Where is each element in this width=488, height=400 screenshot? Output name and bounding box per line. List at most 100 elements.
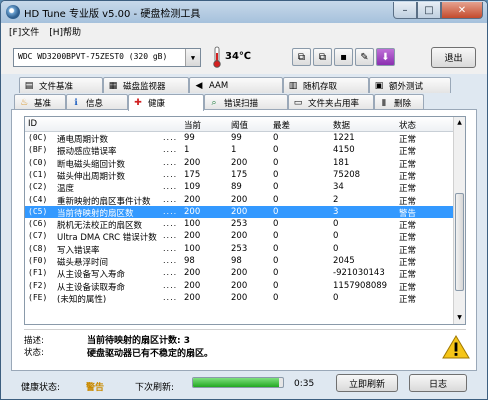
table-row[interactable]: (BF) 振动感应错误率.... 1 1 0 4150 正常 [25,144,455,158]
thermometer-icon [213,46,221,68]
attr-status: 正常 [399,233,417,244]
tab-disk-monitor[interactable]: ▦ 磁盘监视器 [103,77,189,93]
attr-threshold: 200 [231,231,248,242]
attr-status: 正常 [399,282,417,293]
close-button[interactable]: ✕ [441,2,483,19]
tab-label: 磁盘监视器 [123,81,166,92]
attr-threshold: 98 [231,256,242,266]
col-status[interactable]: 状态 [399,119,416,131]
refresh-progress-fill [193,378,279,387]
table-row[interactable]: (FE) (未知的属性).... 200 200 0 0 正常 [25,292,455,305]
refresh-countdown: 0:35 [294,379,315,389]
col-current[interactable]: 当前 [184,119,201,131]
minimize-button[interactable]: – [393,2,417,19]
scroll-up-icon[interactable]: ▲ [454,117,465,129]
tab-file-benchmark[interactable]: ▤ 文件基准 [19,77,103,93]
attr-current: 175 [184,169,201,180]
tab-benchmark[interactable]: ♨ 基准 [14,94,66,110]
col-worst[interactable]: 最差 [273,119,290,131]
tab-label: 基准 [34,98,52,109]
attr-id: (FE) [28,292,48,302]
aam-speaker-icon: ◀ [195,80,203,91]
menu-bar: [F]文件 [H]帮助 [1,23,487,40]
attr-id: (C4) [28,194,48,204]
log-button[interactable]: 日志 [409,374,467,392]
tab-label: AAM [209,80,229,91]
tab-aam[interactable]: ◀ AAM [189,77,283,93]
attr-dots: .... [163,194,178,204]
smart-table[interactable]: ID 当前 阈值 最差 数据 状态 (0C) 通电周期计数.... 99 99 0 122… [24,116,466,325]
tab-folder-usage[interactable]: ▭ 文件夹占用率 [288,94,374,110]
save-icon[interactable]: ▪ [334,48,353,66]
scroll-down-icon[interactable]: ▼ [454,312,465,324]
table-row[interactable]: (C7) Ultra DMA CRC 错误计数.... 200 200 0 0 正常 [25,230,455,244]
attr-threshold: 99 [231,133,242,143]
table-row[interactable]: (F0) 磁头悬浮时间.... 98 98 0 2045 正常 [25,255,455,268]
attr-status: 正常 [399,221,417,232]
col-threshold[interactable]: 阈值 [231,119,248,131]
attr-name: (未知的属性) [57,294,107,305]
table-row[interactable]: (C2) 温度.... 109 89 0 34 正常 [25,181,455,194]
chevron-down-icon[interactable]: ▼ [185,49,200,66]
tab-label: 删除 [394,98,412,109]
attr-threshold: 200 [231,268,248,279]
vertical-scrollbar[interactable]: ▲ ▼ [453,117,465,324]
tab-random-access[interactable]: ▥ 随机存取 [283,77,369,93]
tab-extra-tests[interactable]: ▣ 额外测试 [369,77,451,93]
attr-id: (C0) [28,157,48,167]
copy-screenshot-icon[interactable]: ⧉ [313,48,332,66]
attr-status: 正常 [399,270,417,281]
attr-threshold: 200 [231,194,248,205]
options-icon[interactable]: ✎ [355,48,374,66]
tab-health[interactable]: ✚ 健康 [128,94,204,111]
attr-dots: .... [163,182,178,192]
menu-file[interactable]: [F]文件 [9,25,39,38]
tab-error-scan[interactable]: ⌕ 错误扫描 [204,94,288,110]
title-bar[interactable]: HD Tune 专业版 v5.00 - 硬盘检测工具 – □ ✕ [1,1,487,23]
attr-name: Ultra DMA CRC 错误计数 [57,233,157,244]
attr-status: 正常 [399,294,417,305]
attr-dots: .... [163,243,178,253]
attr-current: 109 [184,182,201,193]
table-row[interactable]: (F1) 从主设备写入寿命.... 200 200 0 -921030143 正常 [25,267,455,281]
attr-status: 正常 [399,159,417,170]
folder-usage-icon: ▭ [293,97,303,108]
scroll-thumb[interactable] [455,193,464,291]
drive-select[interactable]: WDC WD3200BPVT-75ZEST0 (320 gB) ▼ [13,48,201,67]
menu-help[interactable]: [H]帮助 [49,25,81,38]
table-row[interactable]: (0C) 通电周期计数.... 99 99 0 1221 正常 [25,132,455,145]
copy-info-icon[interactable]: ⧉ [292,48,311,66]
toolbar-icons: ⧉ ⧉ ▪ ✎ ⬇ [292,48,397,66]
download-icon[interactable]: ⬇ [376,48,395,66]
col-data[interactable]: 数据 [333,119,350,131]
table-row[interactable]: (C5) 当前待映射的扇区数.... 200 200 0 3 警告 [25,205,455,219]
tab-info[interactable]: ℹ 信息 [66,94,128,110]
attr-threshold: 200 [231,280,248,291]
table-row[interactable]: (C4) 重新映射的扇区事件计数.... 200 200 0 2 正常 [25,194,455,207]
table-row[interactable]: (C0) 断电磁头缩回计数.... 200 200 0 181 正常 [25,157,455,170]
table-row[interactable]: (C1) 磁头伸出周期计数.... 175 175 0 75208 正常 [25,169,455,182]
attr-data: 1157908089 [333,280,388,291]
exit-button[interactable]: 退出 [431,47,476,68]
attr-name: 重新映射的扇区事件计数 [57,196,151,207]
attr-worst: 0 [273,219,279,230]
health-panel: ID 当前 阈值 最差 数据 状态 (0C) 通电周期计数.... 99 99 0 122… [11,109,477,371]
attr-id: (C7) [28,231,48,241]
attr-data: 0 [333,243,339,254]
table-row[interactable]: (C6) 脱机无法校正的扇区数.... 100 253 0 0 正常 [25,218,455,232]
attr-status: 正常 [399,147,417,158]
col-id[interactable]: ID [28,119,37,129]
attr-data: 0 [333,231,339,242]
attr-data: -921030143 [333,268,385,279]
attr-worst: 0 [273,194,279,205]
attr-data: 1221 [333,133,355,143]
attr-worst: 0 [273,268,279,279]
tab-erase[interactable]: ▮ 删除 [374,94,424,110]
table-row[interactable]: (F2) 从主设备读取寿命.... 200 200 0 1157908089 正常 [25,280,455,293]
window-title: HD Tune 专业版 v5.00 - 硬盘检测工具 [24,8,201,20]
table-row[interactable]: (C8) 写入错误率.... 100 253 0 0 正常 [25,243,455,256]
refresh-now-button[interactable]: 立即刷新 [336,374,398,392]
tab-label: 文件夹占用率 [308,98,360,109]
maximize-button[interactable]: □ [417,2,441,19]
attr-data: 181 [333,157,350,168]
